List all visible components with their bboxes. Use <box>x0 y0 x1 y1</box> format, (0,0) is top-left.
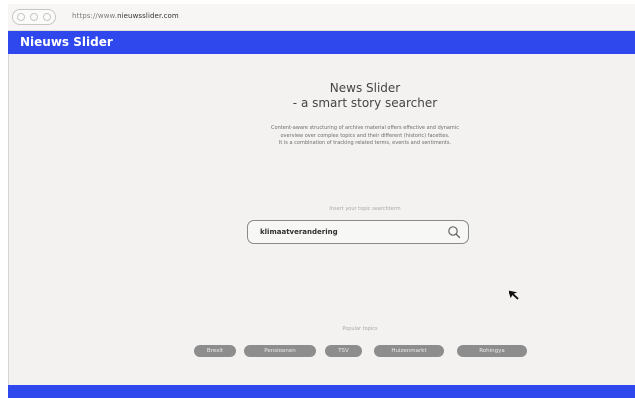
description-line: Content-aware structuring of archive mat… <box>271 125 459 131</box>
app-header: Nieuws Slider <box>8 31 635 54</box>
window-control-icon[interactable] <box>17 13 25 21</box>
description-line: It is a combination of tracking related … <box>278 140 452 146</box>
page-subtitle: - a smart story searcher <box>292 96 438 110</box>
topic-chip-huizenmarkt[interactable]: Huizenmarkt <box>374 345 444 357</box>
description-line: overview over complex topics and their d… <box>280 132 450 139</box>
topic-chip-tsv[interactable]: TSV <box>325 345 362 357</box>
topic-chip-brexit[interactable]: Brexit <box>194 345 236 357</box>
app-title[interactable]: Nieuws Slider <box>20 35 113 49</box>
browser-window-controls[interactable] <box>12 9 56 25</box>
page-title: News Slider <box>329 81 401 95</box>
page-description: Content-aware structuring of archive mat… <box>180 125 550 148</box>
url-host: nieuwsslider.com <box>117 12 179 20</box>
mouse-pointer-icon <box>509 290 519 300</box>
topic-chip-pensioenen[interactable]: Pensioenen <box>244 345 316 357</box>
popular-topics-label: Popular topics <box>342 326 378 332</box>
url-prefix: https://www. <box>72 12 118 20</box>
search-input[interactable]: klimaatverandering <box>247 220 469 244</box>
search-value[interactable]: klimaatverandering <box>260 228 338 236</box>
search-hint: Insert your topic searchterm <box>329 206 401 212</box>
search-icon[interactable] <box>447 225 461 239</box>
topic-chip-rohingya[interactable]: Rohingya <box>457 345 527 357</box>
browser-frame <box>8 4 635 398</box>
url-field[interactable]: https://www.nieuwsslider.com <box>72 12 179 20</box>
window-control-icon[interactable] <box>43 13 51 21</box>
window-control-icon[interactable] <box>30 13 38 21</box>
app-footer <box>8 385 635 398</box>
